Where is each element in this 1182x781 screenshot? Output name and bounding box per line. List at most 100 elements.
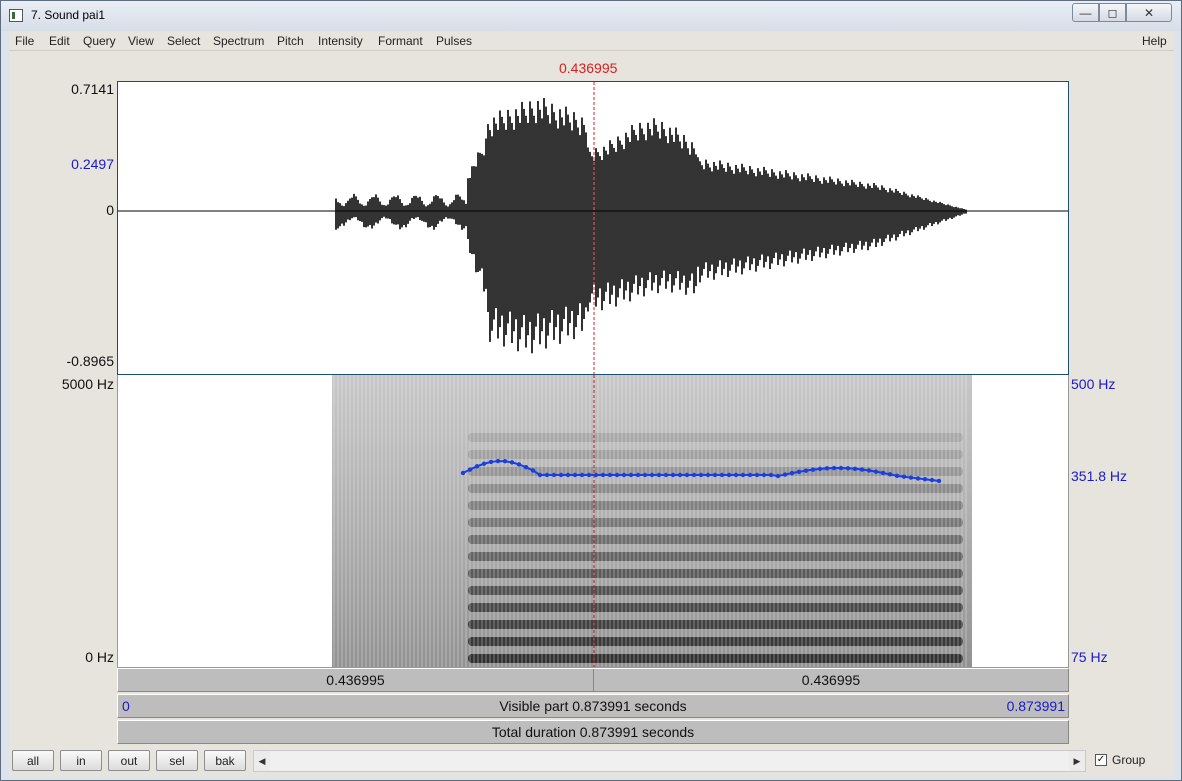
pitch-point xyxy=(915,476,921,481)
title-bar[interactable]: 7. Sound pai1 — ◻ ✕ xyxy=(1,1,1181,31)
pitch-point xyxy=(509,460,515,465)
pitch-point xyxy=(698,472,704,478)
pitch-point xyxy=(523,465,529,470)
left-time-label: 0.436995 xyxy=(326,672,385,688)
minimize-button[interactable]: — xyxy=(1072,3,1099,22)
scroll-left-arrow-icon[interactable]: ◀ xyxy=(254,751,270,771)
pitch-point xyxy=(642,472,648,478)
pitch-point xyxy=(845,466,851,471)
window-title: 7. Sound pai1 xyxy=(31,8,106,22)
time-scrollbar[interactable]: ◀ ▶ xyxy=(253,750,1086,772)
pitch-point xyxy=(817,466,823,472)
pitch-point xyxy=(488,459,494,465)
visible-part-bar[interactable]: 0 Visible part 0.873991 seconds 0.873991 xyxy=(117,694,1069,718)
pitch-point xyxy=(747,472,753,478)
spectrogram-plot xyxy=(332,375,972,667)
menu-file[interactable]: File xyxy=(15,34,34,48)
cursor-time-bar: 0.436995 0.436995 xyxy=(117,668,1069,692)
zoom-all-button[interactable]: all xyxy=(12,750,54,771)
pitch-point xyxy=(530,468,536,473)
pitch-point xyxy=(684,472,690,478)
menu-intensity[interactable]: Intensity xyxy=(318,34,363,48)
pitch-point xyxy=(859,467,865,472)
pitch-point xyxy=(810,467,816,472)
group-checkbox[interactable]: ✓ xyxy=(1095,754,1107,766)
pitch-point xyxy=(768,472,774,478)
close-button[interactable]: ✕ xyxy=(1126,3,1172,22)
pitch-point xyxy=(873,469,879,474)
pitch-point xyxy=(880,470,886,476)
pitch-point xyxy=(796,469,802,475)
total-duration-segment: Total duration 0.873991 seconds xyxy=(118,721,1068,743)
zoom-out-button[interactable]: out xyxy=(108,750,150,771)
menu-pulses[interactable]: Pulses xyxy=(436,34,472,48)
pitch-point xyxy=(593,472,599,478)
waveform-max-label: 0.7141 xyxy=(71,81,114,97)
zoom-in-button[interactable]: in xyxy=(60,750,102,771)
menu-edit[interactable]: Edit xyxy=(49,34,70,48)
group-label: Group xyxy=(1112,753,1146,767)
spectrogram-panel[interactable] xyxy=(117,375,1069,668)
pitch-point xyxy=(502,459,508,464)
right-time-segment[interactable]: 0.436995 xyxy=(594,669,1068,691)
pitch-point xyxy=(789,470,795,476)
pitch-point xyxy=(551,472,557,478)
menu-formant[interactable]: Formant xyxy=(378,34,423,48)
pitch-point xyxy=(705,472,711,478)
pitch-point xyxy=(936,478,942,484)
pitch-point xyxy=(901,474,907,479)
menu-spectrum[interactable]: Spectrum xyxy=(213,34,264,48)
pitch-point xyxy=(754,472,760,478)
pitch-point xyxy=(824,466,830,471)
waveform-plot xyxy=(118,82,1068,374)
menu-view[interactable]: View xyxy=(128,34,154,48)
menu-bar: File Edit Query View Select Spectrum Pit… xyxy=(9,31,1174,51)
cursor-time-label: 0.436995 xyxy=(559,60,618,76)
pitch-point xyxy=(761,472,767,478)
pitch-point xyxy=(740,472,746,478)
left-time-segment[interactable]: 0.436995 xyxy=(118,669,593,691)
pitch-point xyxy=(782,472,788,477)
pitch-point xyxy=(691,472,697,478)
pitch-point xyxy=(467,467,473,472)
menu-select[interactable]: Select xyxy=(167,34,200,48)
pitch-point xyxy=(712,472,718,478)
pitch-point xyxy=(544,472,550,478)
pitch-point xyxy=(495,458,501,464)
menu-query[interactable]: Query xyxy=(83,34,116,48)
pitch-point xyxy=(614,472,620,478)
spectrogram-top-label: 5000 Hz xyxy=(61,376,114,392)
pitch-point xyxy=(663,472,669,478)
pitch-point xyxy=(607,472,613,478)
pitch-point xyxy=(460,470,466,476)
pitch-point xyxy=(558,472,564,478)
pitch-point xyxy=(537,472,543,478)
pitch-point xyxy=(565,472,571,478)
total-duration-bar[interactable]: Total duration 0.873991 seconds xyxy=(117,720,1069,744)
pitch-top-label: 500 Hz xyxy=(1071,376,1116,392)
waveform-panel[interactable] xyxy=(117,81,1069,375)
pitch-bottom-label: 75 Hz xyxy=(1071,649,1108,665)
spectrogram-bottom-label: 0 Hz xyxy=(85,649,114,665)
pitch-point xyxy=(621,472,627,478)
pitch-point xyxy=(635,472,641,478)
menu-help[interactable]: Help xyxy=(1142,34,1167,48)
right-time-label: 0.436995 xyxy=(801,672,861,688)
pitch-point xyxy=(579,472,585,478)
visible-end-label: 0.873991 xyxy=(1006,698,1065,714)
waveform-zero-label: 0 xyxy=(106,202,114,218)
pitch-point xyxy=(481,461,487,466)
pitch-point xyxy=(628,472,634,478)
pitch-point xyxy=(929,477,935,483)
pitch-point xyxy=(516,462,522,467)
maximize-button[interactable]: ◻ xyxy=(1099,3,1126,22)
zoom-back-button[interactable]: bak xyxy=(204,750,246,771)
scroll-right-arrow-icon[interactable]: ▶ xyxy=(1069,751,1085,771)
pitch-point xyxy=(866,468,872,473)
pitch-point xyxy=(586,472,592,478)
pitch-point xyxy=(838,465,844,471)
pitch-point xyxy=(726,472,732,478)
pitch-point xyxy=(852,466,858,471)
zoom-selection-button[interactable]: sel xyxy=(156,750,198,771)
menu-pitch[interactable]: Pitch xyxy=(277,34,304,48)
